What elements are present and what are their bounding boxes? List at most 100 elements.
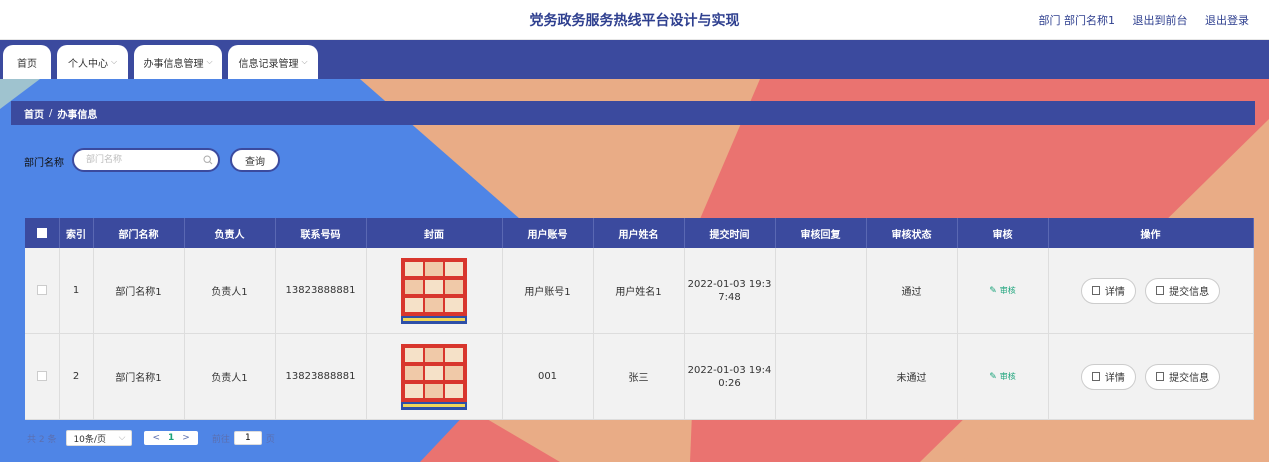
cover-cell [366, 248, 503, 334]
column-header: 联系号码 [275, 218, 367, 248]
current-page-number[interactable]: 1 [168, 433, 174, 443]
time-cell: 2022-01-03 19:3 7:48 [684, 248, 776, 334]
review-cell: ✎ 审核 [957, 248, 1049, 334]
edit-icon: ✎ [989, 286, 997, 296]
dept-cell: 部门名称1 [93, 333, 185, 420]
breadcrumb-separator: / [49, 107, 53, 119]
goto-page-input[interactable] [233, 431, 262, 445]
reply-cell [775, 248, 867, 334]
column-header: 索引 [59, 218, 94, 248]
breadcrumb-home[interactable]: 首页 [24, 106, 44, 121]
page-jumper: 前往 页 [212, 431, 275, 445]
table-row: 1 部门名称1 负责人1 13823888881 用户账号1 用户姓名1 202… [25, 248, 1254, 334]
row-checkbox[interactable] [36, 285, 47, 295]
column-header: 审核 [957, 218, 1049, 248]
goto-label: 前往 [211, 434, 230, 445]
logout-link[interactable]: 退出登录 [1205, 14, 1249, 27]
phone-cell: 13823888881 [275, 333, 367, 420]
search-label: 部门名称 [24, 158, 64, 169]
query-button[interactable]: 查询 [230, 148, 280, 172]
select-all-cell [25, 218, 60, 248]
submit-info-label: 提交信息 [1169, 287, 1210, 298]
index-cell: 2 [59, 333, 94, 420]
column-header: 部门名称 [93, 218, 185, 248]
total-count: 共 2 条 [27, 434, 57, 445]
page-navigator: < 1 > [144, 431, 198, 445]
review-button[interactable]: ✎ 审核 [989, 372, 1016, 382]
chevron-down-icon: ⌵ [301, 57, 308, 66]
document-icon [1156, 372, 1165, 381]
leader-cell: 负责人1 [184, 333, 276, 420]
review-cell: ✎ 审核 [957, 333, 1049, 420]
chevron-down-icon: ⌵ [206, 57, 213, 66]
next-page-button[interactable]: > [182, 433, 190, 443]
actions-cell: 详情 提交信息 [1048, 248, 1254, 334]
column-header: 提交时间 [684, 218, 776, 248]
review-label: 审核 [999, 286, 1016, 295]
column-header: 用户姓名 [593, 218, 685, 248]
chevron-down-icon: ⌵ [110, 57, 118, 66]
data-table: 索引 部门名称 负责人 联系号码 封面 用户账号 用户姓名 提交时间 审核回复 … [25, 218, 1254, 420]
time-line: 2022-01-03 19:3 [687, 278, 772, 290]
time-line: 7:48 [718, 291, 741, 303]
actions-cell: 详情 提交信息 [1048, 333, 1254, 420]
row-select-cell [25, 248, 60, 334]
document-icon [1156, 286, 1165, 295]
row-select-cell [25, 333, 60, 420]
status-cell: 未通过 [866, 333, 958, 420]
column-header: 审核状态 [866, 218, 958, 248]
dept-cell: 部门名称1 [93, 248, 185, 334]
edit-icon: ✎ [989, 372, 997, 382]
page-size-select[interactable]: 10条/页 ⌵ [66, 430, 133, 446]
table-header-row: 索引 部门名称 负责人 联系号码 封面 用户账号 用户姓名 提交时间 审核回复 … [25, 218, 1254, 248]
goto-suffix: 页 [265, 434, 275, 445]
prev-page-button[interactable]: < [152, 433, 160, 443]
review-label: 审核 [999, 372, 1016, 381]
page-size-value: 10条/页 [73, 434, 106, 445]
submit-info-label: 提交信息 [1169, 373, 1210, 384]
detail-label: 详情 [1104, 287, 1125, 298]
search-field [72, 148, 220, 172]
detail-label: 详情 [1104, 373, 1125, 384]
select-all-checkbox[interactable] [36, 227, 47, 238]
time-line: 2022-01-03 19:4 [687, 364, 772, 376]
nav-tab-label: 个人中心 [67, 58, 108, 70]
review-button[interactable]: ✎ 审核 [989, 286, 1016, 296]
username-cell: 用户姓名1 [593, 248, 685, 334]
chevron-down-icon: ⌵ [118, 433, 126, 443]
nav-tab-home[interactable]: 首页 [3, 45, 51, 79]
submit-info-button[interactable]: 提交信息 [1145, 363, 1221, 390]
account-cell: 001 [502, 333, 594, 420]
pagination: 共 2 条 10条/页 ⌵ < 1 > 前往 页 [27, 430, 275, 446]
nav-tab-record-management[interactable]: 信息记录管理 ⌵ [228, 45, 318, 79]
search-icon [203, 154, 213, 168]
time-cell: 2022-01-03 19:4 0:26 [684, 333, 776, 420]
reply-cell [775, 333, 867, 420]
submit-info-button[interactable]: 提交信息 [1145, 277, 1221, 304]
search-input[interactable] [84, 154, 198, 166]
leader-cell: 负责人1 [184, 248, 276, 334]
column-header: 用户账号 [502, 218, 594, 248]
document-icon [1091, 286, 1100, 295]
index-cell: 1 [59, 248, 94, 334]
column-header: 审核回复 [775, 218, 867, 248]
document-icon [1091, 372, 1100, 381]
cover-image [401, 343, 467, 410]
time-line: 0:26 [718, 377, 741, 389]
table-row: 2 部门名称1 负责人1 13823888881 001 张三 2022-01-… [25, 333, 1254, 420]
current-user-label: 部门 部门名称1 [1038, 14, 1116, 27]
detail-button[interactable]: 详情 [1080, 363, 1136, 390]
nav-tab-label: 首页 [17, 58, 37, 70]
column-header: 负责人 [184, 218, 276, 248]
back-to-front-link[interactable]: 退出到前台 [1133, 14, 1188, 27]
breadcrumb-current: 办事信息 [57, 109, 98, 121]
nav-tab-label: 办事信息管理 [143, 58, 204, 70]
cover-image [401, 257, 467, 324]
detail-button[interactable]: 详情 [1080, 277, 1136, 304]
nav-tab-personal-center[interactable]: 个人中心 ⌵ [57, 45, 128, 79]
column-header: 封面 [366, 218, 503, 248]
row-checkbox[interactable] [36, 371, 47, 381]
breadcrumb: 首页 / 办事信息 [11, 101, 1255, 125]
top-header: 党务政务服务热线平台设计与实现 部门 部门名称1 退出到前台 退出登录 [0, 0, 1269, 40]
nav-tab-affairs-management[interactable]: 办事信息管理 ⌵ [134, 45, 222, 79]
